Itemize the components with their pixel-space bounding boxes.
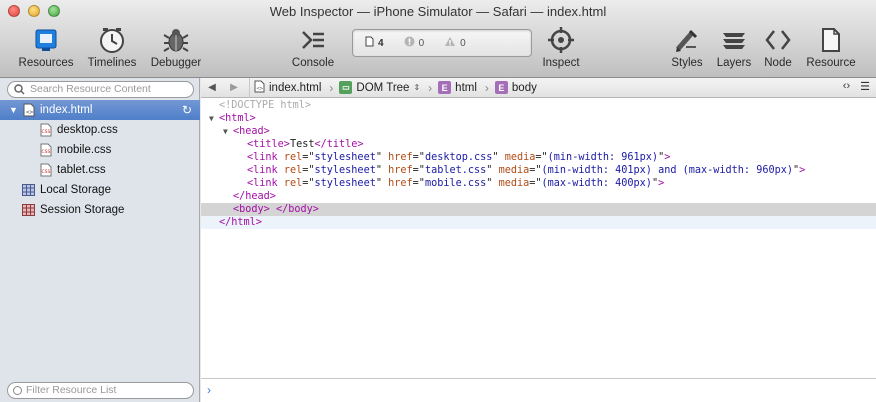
html-file-icon: <> bbox=[23, 103, 35, 117]
document-icon bbox=[365, 36, 374, 50]
svg-text:CSS: CSS bbox=[42, 129, 51, 135]
chevron-right-icon: › bbox=[484, 80, 489, 95]
sidebar-item-mobile-css[interactable]: CSS mobile.css bbox=[0, 140, 200, 160]
breadcrumb-body[interactable]: E body bbox=[494, 81, 537, 94]
window-title: Web Inspector — iPhone Simulator — Safar… bbox=[269, 4, 607, 19]
sidebar-item-local-storage[interactable]: Local Storage bbox=[0, 180, 200, 200]
resources-icon bbox=[33, 27, 59, 56]
toolbar-inspect-button[interactable]: Inspect bbox=[532, 26, 590, 69]
toolbar-resources-button[interactable]: Resources bbox=[16, 26, 76, 69]
layers-icon bbox=[720, 28, 748, 55]
svg-text:<>: <> bbox=[257, 86, 264, 92]
forward-arrow-icon[interactable]: ▶ bbox=[223, 82, 245, 93]
toolbar-resource-button[interactable]: Resource bbox=[802, 26, 860, 69]
chevron-right-icon: › bbox=[329, 80, 334, 95]
error-count: 0 bbox=[404, 36, 424, 50]
breadcrumb-html[interactable]: E html › bbox=[438, 81, 493, 95]
dom-line-html-close[interactable]: </html> bbox=[201, 216, 876, 229]
dom-tree-icon: ▭ bbox=[339, 81, 353, 94]
session-storage-icon bbox=[22, 204, 35, 216]
activity-viewer[interactable]: 4 0 0 bbox=[352, 29, 532, 57]
navbar-right-controls: ‹› ☰ bbox=[843, 80, 870, 93]
resource-count: 4 bbox=[365, 36, 384, 50]
prompt-chevron-icon: › bbox=[207, 383, 211, 397]
warning-icon bbox=[444, 36, 456, 50]
console-prompt-input[interactable]: › bbox=[201, 378, 876, 402]
filter-resource-input[interactable]: Filter Resource List bbox=[7, 382, 194, 399]
node-icon bbox=[764, 28, 792, 55]
disclosure-triangle-icon[interactable]: ▼ bbox=[209, 112, 214, 125]
styles-icon bbox=[674, 27, 700, 56]
breadcrumb-dom-tree[interactable]: ▭ DOM Tree ⇕ › bbox=[339, 81, 436, 95]
toolbar-styles-button[interactable]: Styles bbox=[666, 26, 708, 69]
svg-text:<>: <> bbox=[26, 109, 34, 116]
dom-line-head-close[interactable]: </head> bbox=[201, 190, 876, 203]
dom-line-body[interactable]: <body> </body> bbox=[201, 203, 876, 216]
breadcrumb-index-html[interactable]: <> index.html › bbox=[254, 80, 337, 96]
toolbar-console-button[interactable]: Console bbox=[284, 26, 342, 69]
toolbar-debugger-button[interactable]: Debugger bbox=[146, 26, 206, 69]
sidebar-item-tablet-css[interactable]: CSS tablet.css bbox=[0, 160, 200, 180]
element-icon: E bbox=[438, 81, 452, 94]
warning-count: 0 bbox=[444, 36, 466, 50]
disclosure-triangle-icon[interactable]: ▼ bbox=[9, 105, 19, 115]
sidebar-item-session-storage[interactable]: Session Storage bbox=[0, 200, 200, 220]
crosshair-icon bbox=[547, 26, 575, 57]
resource-document-icon bbox=[820, 27, 842, 56]
toolbar-layers-button[interactable]: Layers bbox=[713, 26, 755, 69]
html-file-icon: <> bbox=[254, 80, 265, 96]
dom-line-doctype[interactable]: <!DOCTYPE html> bbox=[201, 99, 876, 112]
dom-line-link[interactable]: <link rel="stylesheet" href="mobile.css"… bbox=[201, 177, 876, 190]
disclosure-triangle-icon[interactable]: ▼ bbox=[223, 125, 228, 138]
window-toolbar: Web Inspector — iPhone Simulator — Safar… bbox=[0, 0, 876, 78]
css-file-icon: CSS bbox=[40, 123, 52, 137]
back-arrow-icon[interactable]: ◀ bbox=[201, 82, 223, 93]
up-down-chevron-icon: ⇕ bbox=[413, 83, 421, 92]
toolbar-node-button[interactable]: Node bbox=[757, 26, 799, 69]
console-icon bbox=[300, 29, 326, 54]
sidebar-item-desktop-css[interactable]: CSS desktop.css bbox=[0, 120, 200, 140]
dom-tree: <!DOCTYPE html> ▼ <html> ▼ <head> <title>T… bbox=[201, 99, 876, 229]
chevron-right-icon: › bbox=[428, 80, 433, 95]
svg-text:CSS: CSS bbox=[42, 149, 51, 155]
resources-sidebar: Search Resource Content ▼ <> index.html … bbox=[0, 78, 200, 402]
error-icon bbox=[404, 36, 415, 50]
search-icon bbox=[14, 84, 25, 100]
dom-line-html[interactable]: ▼ <html> bbox=[201, 112, 876, 125]
toolbar-timelines-button[interactable]: Timelines bbox=[82, 26, 142, 69]
navigation-bar: ◀ ▶ <> index.html › ▭ DOM Tree ⇕ › E htm… bbox=[201, 77, 876, 98]
svg-text:CSS: CSS bbox=[42, 169, 51, 175]
details-menu-icon[interactable]: ☰ bbox=[860, 80, 870, 93]
source-code-icon[interactable]: ‹› bbox=[843, 80, 850, 93]
element-icon: E bbox=[494, 81, 508, 94]
css-file-icon: CSS bbox=[40, 163, 52, 177]
filter-icon bbox=[13, 386, 22, 395]
css-file-icon: CSS bbox=[40, 143, 52, 157]
dom-line-title[interactable]: <title>Test</title> bbox=[201, 138, 876, 151]
dom-line-link[interactable]: <link rel="stylesheet" href="tablet.css"… bbox=[201, 164, 876, 177]
main-content: ◀ ▶ <> index.html › ▭ DOM Tree ⇕ › E htm… bbox=[201, 77, 876, 402]
resource-list: ▼ <> index.html ↻ CSS desktop.css CSS mo… bbox=[0, 100, 200, 220]
search-resource-input[interactable]: Search Resource Content bbox=[7, 81, 194, 98]
debugger-icon bbox=[162, 26, 190, 57]
reload-icon[interactable]: ↻ bbox=[182, 103, 192, 117]
dom-line-link[interactable]: <link rel="stylesheet" href="desktop.css… bbox=[201, 151, 876, 164]
dom-line-head[interactable]: ▼ <head> bbox=[201, 125, 876, 138]
local-storage-icon bbox=[22, 184, 35, 196]
sidebar-item-index-html[interactable]: ▼ <> index.html ↻ bbox=[0, 100, 200, 120]
timelines-icon bbox=[98, 26, 126, 57]
